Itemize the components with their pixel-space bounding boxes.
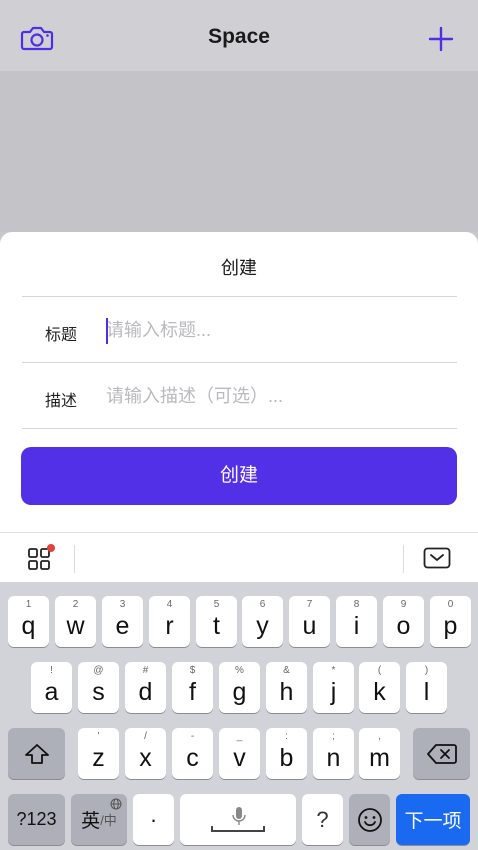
description-input[interactable] — [106, 379, 456, 413]
backspace-icon — [413, 728, 470, 779]
key[interactable]: 2w — [55, 596, 96, 647]
text-caret — [106, 318, 108, 344]
key[interactable]: 1q — [8, 596, 49, 647]
key[interactable]: &h — [266, 662, 307, 713]
key[interactable]: 4r — [149, 596, 190, 647]
backspace-key[interactable] — [413, 728, 470, 779]
key[interactable]: ;n — [313, 728, 354, 779]
divider — [22, 428, 457, 429]
create-button[interactable]: 创建 — [21, 447, 457, 505]
shift-icon — [8, 728, 65, 779]
space-bar-icon — [211, 826, 265, 832]
separator — [403, 545, 404, 573]
title-input[interactable] — [106, 313, 456, 347]
key[interactable]: *j — [313, 662, 354, 713]
key[interactable]: 9o — [383, 596, 424, 647]
key[interactable]: /x — [125, 728, 166, 779]
key[interactable]: :b — [266, 728, 307, 779]
page-title: Space — [0, 25, 478, 49]
divider — [22, 296, 457, 297]
emoji-icon — [349, 794, 390, 845]
keyboard-hide-icon[interactable] — [423, 547, 451, 569]
create-sheet: 创建 标题 描述 创建 — [0, 232, 478, 532]
key[interactable]: 7u — [289, 596, 330, 647]
sheet-title: 创建 — [0, 254, 478, 280]
key[interactable]: ,m — [359, 728, 400, 779]
space-key[interactable] — [180, 794, 296, 845]
dimmed-backdrop[interactable] — [0, 71, 478, 232]
title-label: 标题 — [45, 321, 77, 345]
key[interactable]: 5t — [196, 596, 237, 647]
key[interactable]: _v — [219, 728, 260, 779]
numbers-key[interactable]: ?123 — [8, 794, 65, 845]
key[interactable]: 'z — [78, 728, 119, 779]
separator — [74, 545, 75, 573]
key[interactable]: (k — [359, 662, 400, 713]
key[interactable]: 8i — [336, 596, 377, 647]
next-field-key[interactable]: 下一项 — [396, 794, 470, 845]
language-switch-key[interactable]: 英/中 — [71, 794, 127, 845]
key[interactable]: $f — [172, 662, 213, 713]
key[interactable]: %g — [219, 662, 260, 713]
keyboard-toolbar — [0, 532, 478, 582]
question-key[interactable]: ? — [302, 794, 343, 845]
notification-badge — [47, 544, 55, 552]
key[interactable]: )l — [406, 662, 447, 713]
plus-icon[interactable] — [428, 26, 454, 52]
description-label: 描述 — [45, 387, 77, 411]
key[interactable]: -c — [172, 728, 213, 779]
emoji-key[interactable] — [349, 794, 390, 845]
divider — [22, 362, 457, 363]
key[interactable]: #d — [125, 662, 166, 713]
soft-keyboard: 1q 2w 3e 4r 5t 6y 7u 8i 9o 0p !a @s #d $… — [0, 582, 478, 850]
globe-icon — [110, 797, 122, 815]
key[interactable]: 0p — [430, 596, 471, 647]
dot-key[interactable]: · — [133, 794, 174, 845]
key[interactable]: 3e — [102, 596, 143, 647]
shift-key[interactable] — [8, 728, 65, 779]
key[interactable]: @s — [78, 662, 119, 713]
key[interactable]: 6y — [242, 596, 283, 647]
key[interactable]: !a — [31, 662, 72, 713]
nav-bar: Space — [0, 0, 478, 71]
